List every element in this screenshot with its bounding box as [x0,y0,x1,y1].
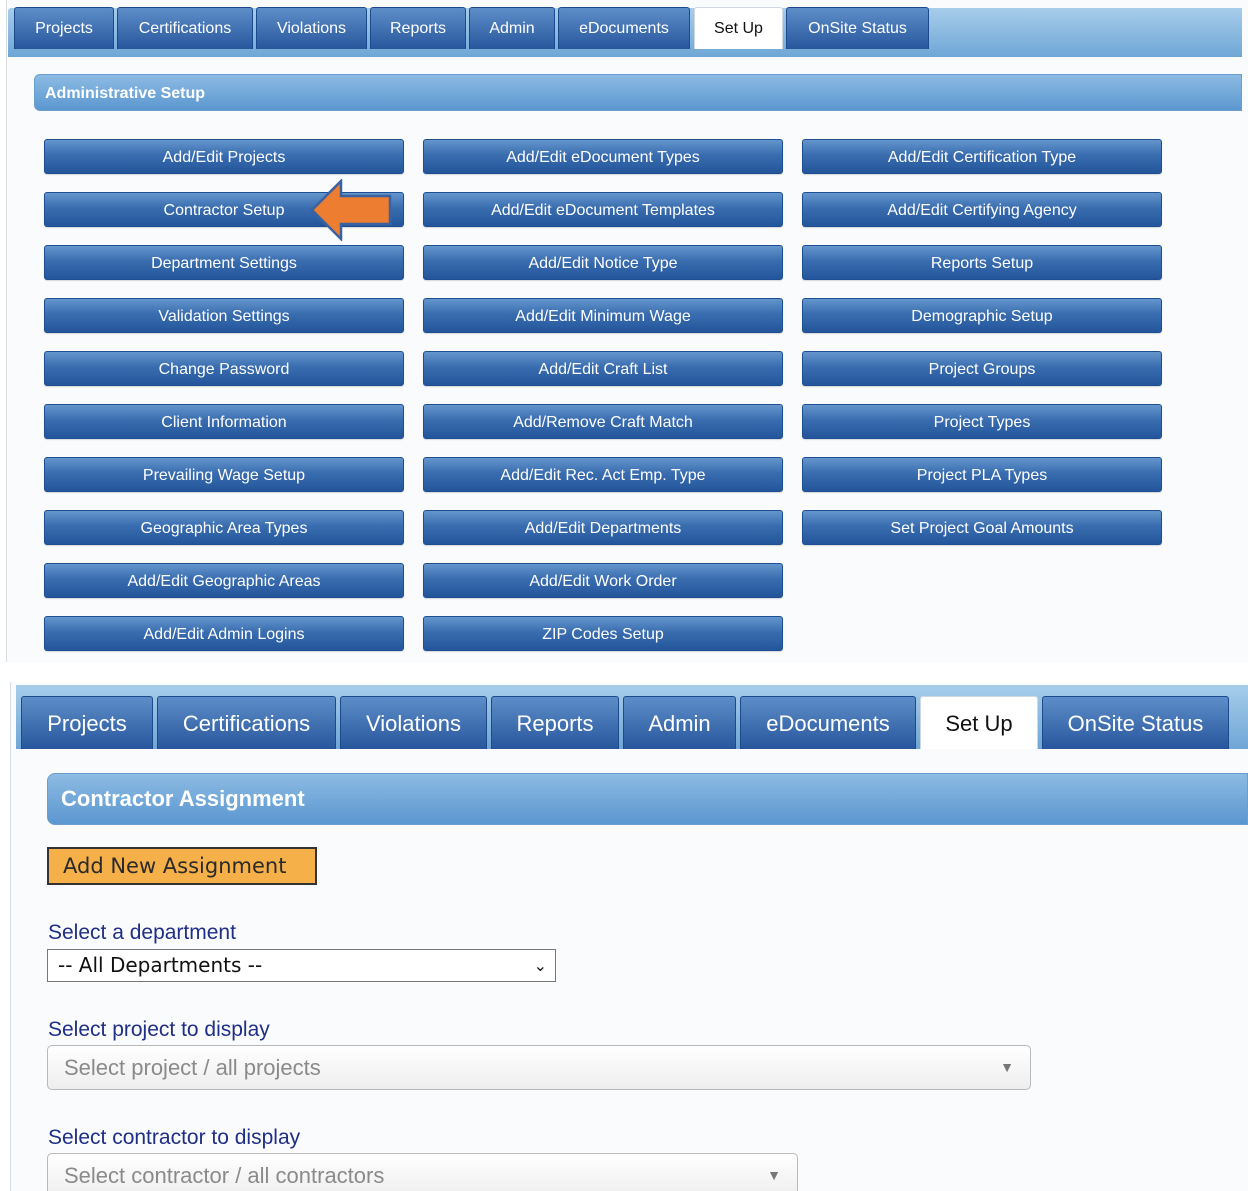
tab-onsite-status[interactable]: OnSite Status [786,7,929,49]
tab-edocuments[interactable]: eDocuments [558,7,690,49]
chevron-down-icon: ⌄ [533,956,547,975]
add-new-assignment-button[interactable]: Add New Assignment [47,847,317,885]
add-edit-minimum-wage-button[interactable]: Add/Edit Minimum Wage [423,298,783,333]
department-settings-button[interactable]: Department Settings [44,245,404,280]
add-edit-certifying-agency-button[interactable]: Add/Edit Certifying Agency [802,192,1162,227]
tab-reports-large[interactable]: Reports [491,696,619,749]
contractor-label: Select contractor to display [48,1126,301,1149]
tab-admin-large[interactable]: Admin [623,696,736,749]
orange-arrow-icon [310,179,392,241]
demographic-setup-button[interactable]: Demographic Setup [802,298,1162,333]
department-select-value: -- All Departments -- [58,953,263,977]
add-remove-craft-match-button[interactable]: Add/Remove Craft Match [423,404,783,439]
change-password-button[interactable]: Change Password [44,351,404,386]
tab-projects[interactable]: Projects [14,7,114,49]
contractor-select-placeholder: Select contractor / all contractors [64,1163,385,1188]
add-edit-rec-act-emp-type-button[interactable]: Add/Edit Rec. Act Emp. Type [423,457,783,492]
add-edit-projects-button[interactable]: Add/Edit Projects [44,139,404,174]
tab-set-up-large[interactable]: Set Up [920,696,1038,749]
zip-codes-setup-button[interactable]: ZIP Codes Setup [423,616,783,651]
project-select-placeholder: Select project / all projects [64,1055,321,1080]
dropdown-triangle-icon: ▼ [767,1167,781,1183]
geographic-area-types-button[interactable]: Geographic Area Types [44,510,404,545]
add-edit-admin-logins-button[interactable]: Add/Edit Admin Logins [44,616,404,651]
tab-certifications-large[interactable]: Certifications [157,696,336,749]
tab-onsite-status-large[interactable]: OnSite Status [1042,696,1229,749]
add-edit-certification-type-button[interactable]: Add/Edit Certification Type [802,139,1162,174]
prevailing-wage-setup-button[interactable]: Prevailing Wage Setup [44,457,404,492]
add-edit-craft-list-button[interactable]: Add/Edit Craft List [423,351,783,386]
department-select[interactable]: -- All Departments -- ⌄ [47,949,556,982]
add-edit-notice-type-button[interactable]: Add/Edit Notice Type [423,245,783,280]
section-title-admin-setup: Administrative Setup [34,74,1242,111]
tab-violations[interactable]: Violations [256,7,367,49]
tab-projects-large[interactable]: Projects [21,696,153,749]
tab-reports[interactable]: Reports [370,7,466,49]
tab-admin[interactable]: Admin [469,7,555,49]
add-edit-edocument-types-button[interactable]: Add/Edit eDocument Types [423,139,783,174]
validation-settings-button[interactable]: Validation Settings [44,298,404,333]
contractor-select[interactable]: Select contractor / all contractors ▼ [47,1153,798,1191]
add-edit-work-order-button[interactable]: Add/Edit Work Order [423,563,783,598]
tab-edocuments-large[interactable]: eDocuments [740,696,916,749]
add-edit-geographic-areas-button[interactable]: Add/Edit Geographic Areas [44,563,404,598]
tab-certifications[interactable]: Certifications [117,7,253,49]
add-edit-edocument-templates-button[interactable]: Add/Edit eDocument Templates [423,192,783,227]
set-project-goal-amounts-button[interactable]: Set Project Goal Amounts [802,510,1162,545]
department-label: Select a department [48,921,236,944]
reports-setup-button[interactable]: Reports Setup [802,245,1162,280]
add-edit-departments-button[interactable]: Add/Edit Departments [423,510,783,545]
tab-violations-large[interactable]: Violations [340,696,487,749]
dropdown-triangle-icon: ▼ [1000,1059,1014,1075]
tab-set-up[interactable]: Set Up [694,7,783,49]
project-groups-button[interactable]: Project Groups [802,351,1162,386]
project-types-button[interactable]: Project Types [802,404,1162,439]
client-information-button[interactable]: Client Information [44,404,404,439]
project-pla-types-button[interactable]: Project PLA Types [802,457,1162,492]
project-select[interactable]: Select project / all projects ▼ [47,1045,1031,1090]
project-label: Select project to display [48,1018,270,1041]
section-title-contractor-assignment: Contractor Assignment [47,773,1248,825]
